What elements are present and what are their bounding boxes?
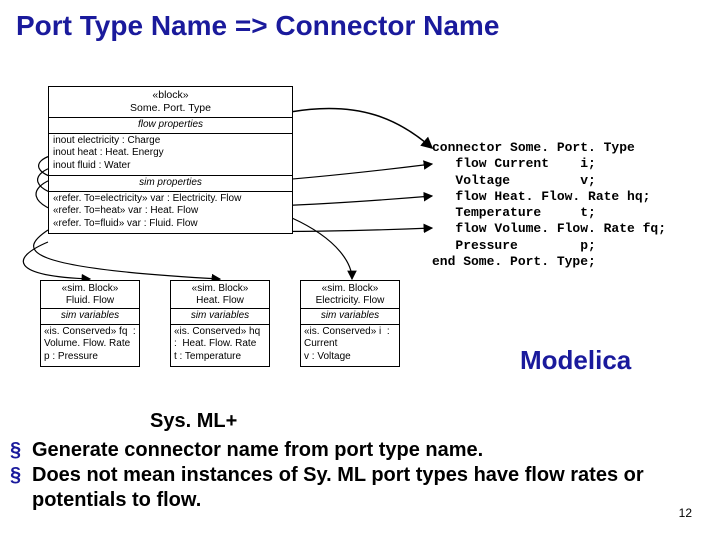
mini-name: Fluid. Flow: [43, 295, 137, 307]
bullet-item: §Generate connector name from port type …: [10, 438, 714, 463]
sim-block-heat: «sim. Block»Heat. Flow sim variables «is…: [170, 280, 270, 367]
mini-sub: sim variables: [171, 309, 269, 325]
sim-block-electricity: «sim. Block»Electricity. Flow sim variab…: [300, 280, 400, 367]
flow-row: inout electricity : Charge: [53, 135, 288, 148]
sim-row: «refer. To=fluid» var : Fluid. Flow: [53, 218, 288, 231]
block-name: Some. Port. Type: [53, 102, 288, 115]
block-header: «block» Some. Port. Type: [49, 87, 292, 118]
sim-row: «refer. To=electricity» var : Electricit…: [53, 193, 288, 206]
bullet-icon: §: [10, 438, 32, 463]
bullet-list: §Generate connector name from port type …: [10, 438, 714, 513]
sysml-plus-label: Sys. ML+: [150, 410, 237, 433]
mini-sub: sim variables: [41, 309, 139, 325]
bullet-icon: §: [10, 463, 32, 513]
block-stereotype: «block»: [53, 89, 288, 102]
sim-properties-header: sim properties: [49, 175, 292, 192]
bullet-text: Does not mean instances of Sy. ML port t…: [32, 463, 714, 513]
modelica-label: Modelica: [520, 345, 631, 376]
sim-block-fluid: «sim. Block»Fluid. Flow sim variables «i…: [40, 280, 140, 367]
mini-body: «is. Conserved» i : Current v : Voltage: [301, 325, 399, 367]
bullet-item: §Does not mean instances of Sy. ML port …: [10, 463, 714, 513]
mini-body: «is. Conserved» hq : Heat. Flow. Rate t …: [171, 325, 269, 367]
mini-body: «is. Conserved» fq : Volume. Flow. Rate …: [41, 325, 139, 367]
mini-stereotype: «sim. Block»: [173, 283, 267, 295]
port-type-block: «block» Some. Port. Type flow properties…: [48, 86, 293, 234]
sim-properties: «refer. To=electricity» var : Electricit…: [49, 192, 292, 234]
flow-properties-header: flow properties: [49, 118, 292, 134]
sim-row: «refer. To=heat» var : Heat. Flow: [53, 205, 288, 218]
flow-row: inout heat : Heat. Energy: [53, 147, 288, 160]
bullet-text: Generate connector name from port type n…: [32, 438, 483, 463]
page-number: 12: [679, 506, 692, 520]
flow-properties: inout electricity : Charge inout heat : …: [49, 134, 292, 176]
mini-name: Heat. Flow: [173, 295, 267, 307]
mini-sub: sim variables: [301, 309, 399, 325]
mini-stereotype: «sim. Block»: [43, 283, 137, 295]
mini-stereotype: «sim. Block»: [303, 283, 397, 295]
flow-row: inout fluid : Water: [53, 160, 288, 173]
page-title: Port Type Name => Connector Name: [0, 0, 720, 48]
modelica-code: connector Some. Port. Type flow Current …: [432, 140, 712, 270]
mini-name: Electricity. Flow: [303, 295, 397, 307]
